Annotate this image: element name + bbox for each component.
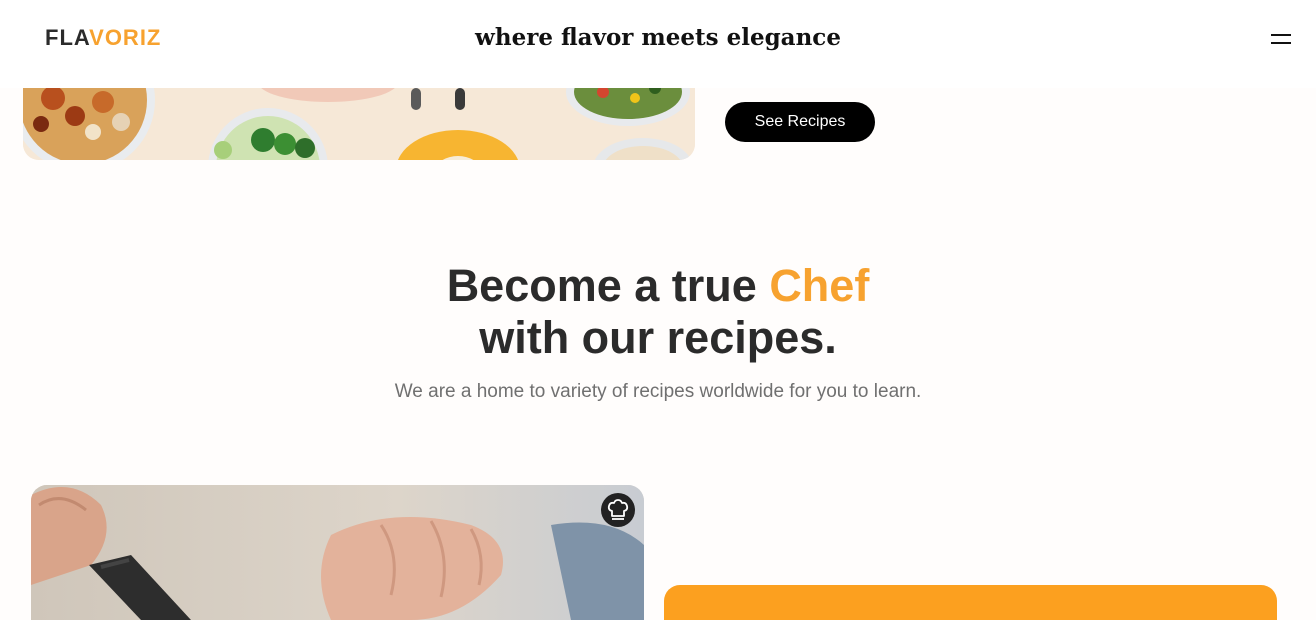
page: FLAVORIZ where flavor meets elegance See… bbox=[0, 0, 1316, 620]
heading-highlight: Chef bbox=[769, 260, 870, 311]
site-header: FLAVORIZ where flavor meets elegance bbox=[0, 0, 1316, 88]
hamburger-menu-icon[interactable] bbox=[1268, 30, 1294, 50]
chef-photo-card[interactable] bbox=[31, 485, 644, 620]
heading-line2: with our recipes. bbox=[479, 312, 837, 363]
menu-line-bottom bbox=[1271, 42, 1291, 44]
chef-hat-icon[interactable] bbox=[601, 493, 635, 527]
menu-line-top bbox=[1271, 34, 1291, 36]
section-heading: Become a true Chef with our recipes. bbox=[0, 260, 1316, 364]
see-recipes-button[interactable]: See Recipes bbox=[725, 102, 875, 142]
heading-part1: Become a true bbox=[446, 260, 770, 311]
section-subtitle: We are a home to variety of recipes worl… bbox=[394, 381, 922, 402]
tagline: where flavor meets elegance bbox=[475, 24, 841, 51]
hero-food-image bbox=[23, 88, 695, 160]
orange-feature-card bbox=[664, 585, 1277, 620]
